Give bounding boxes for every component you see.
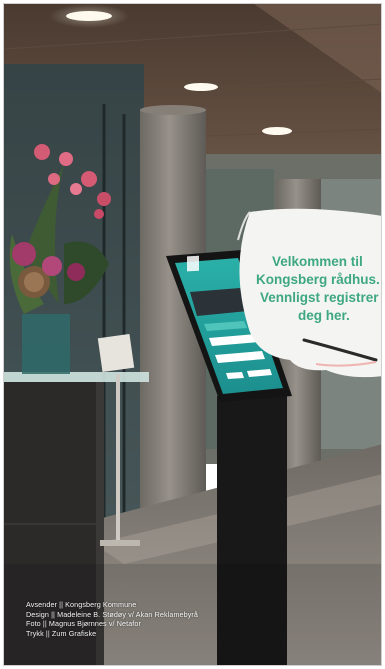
sign-line-4: deg her. <box>298 308 350 323</box>
photo-frame: Velkommen til Kongsberg rådhus. Vennligs… <box>3 3 382 666</box>
lobby-photo: Velkommen til Kongsberg rådhus. Vennligs… <box>4 4 381 665</box>
sign-line-2: Kongsberg rådhus. <box>256 272 380 287</box>
credit-design: Design || Madeleine B. Stødøy v/ Akan Re… <box>26 609 199 619</box>
credit-photo: Foto || Magnus Bjørnnes v/ Netafor <box>26 619 141 629</box>
sign-line-3: Vennligst registrer <box>260 290 379 305</box>
credit-print: Trykk || Zum Grafiske <box>26 628 97 638</box>
credit-sender: Avsender || Kongsberg Kommune <box>26 600 137 609</box>
sign-line-1: Velkommen til <box>272 254 363 269</box>
photo-credits: Avsender || Kongsberg Kommune Design || … <box>26 600 198 638</box>
